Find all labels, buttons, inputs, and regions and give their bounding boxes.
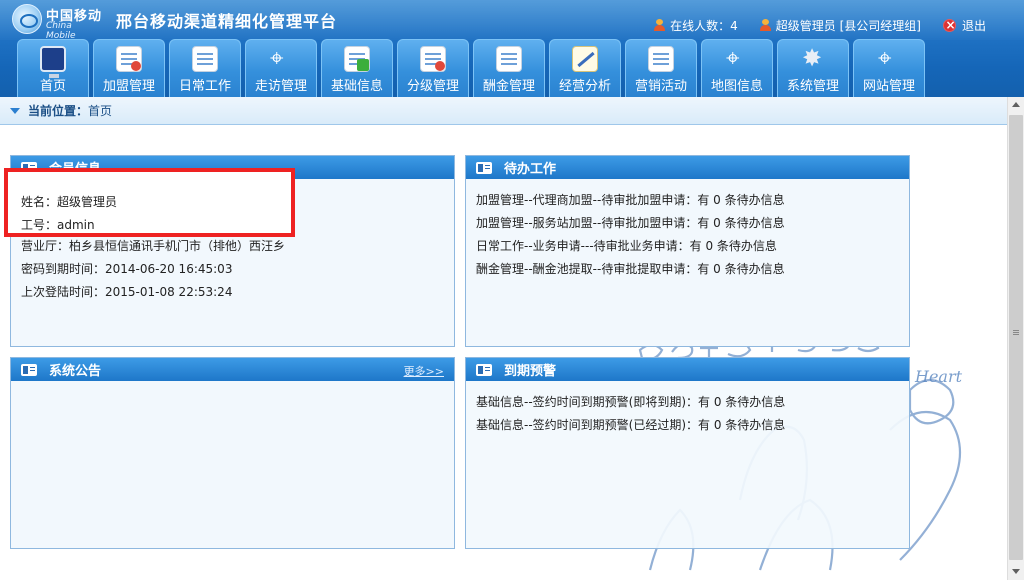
app-title: 邢台移动渠道精细化管理平台 bbox=[116, 12, 338, 31]
current-user: 超级管理员 [县公司经理组] bbox=[759, 17, 921, 34]
member-password-expiry: 密码到期时间：2014-06-20 16:45:03 bbox=[21, 262, 233, 276]
analysis-icon bbox=[572, 46, 598, 72]
todo-item[interactable]: 加盟管理--服务站加盟--待审批加盟申请：有 0 条待办信息 bbox=[476, 212, 899, 235]
online-count: 在线人数：4 bbox=[654, 17, 738, 34]
logo-mark-icon bbox=[12, 4, 42, 34]
notice-panel: 系统公告 更多>> bbox=[10, 357, 455, 549]
tab-grade[interactable]: 分级管理 bbox=[397, 39, 469, 97]
tab-label: 首页 bbox=[39, 79, 66, 94]
scroll-up-button[interactable] bbox=[1008, 97, 1024, 113]
tab-label: 分级管理 bbox=[406, 79, 459, 94]
tab-reward[interactable]: 酬金管理 bbox=[473, 39, 545, 97]
notice-body bbox=[11, 381, 454, 401]
tab-website[interactable]: 网站管理 bbox=[853, 39, 925, 97]
background-art-text: Heart bbox=[914, 367, 963, 386]
tab-alliance[interactable]: 加盟管理 bbox=[93, 39, 165, 97]
tab-label: 酬金管理 bbox=[482, 79, 535, 94]
logout-button[interactable]: 退出 bbox=[942, 17, 986, 34]
notice-title: 系统公告 bbox=[49, 364, 102, 379]
header: 中国移动 China Mobile 邢台移动渠道精细化管理平台 在线人数：4 超… bbox=[0, 0, 1024, 97]
satellite-icon bbox=[268, 44, 294, 72]
marketing-icon bbox=[648, 46, 674, 72]
tab-label: 走访管理 bbox=[254, 79, 307, 94]
tab-label: 基础信息 bbox=[330, 79, 383, 94]
todo-body: 加盟管理--代理商加盟--待审批加盟申请：有 0 条待办信息 加盟管理--服务站… bbox=[466, 179, 909, 291]
tab-daily-work[interactable]: 日常工作 bbox=[169, 39, 241, 97]
expire-warning-header: 到期预警 bbox=[466, 358, 909, 381]
tab-label: 系统管理 bbox=[786, 79, 839, 94]
logout-icon bbox=[942, 18, 957, 32]
tab-system[interactable]: 系统管理 bbox=[777, 39, 849, 97]
highlight-employee-id: 工号：admin bbox=[21, 218, 95, 232]
current-user-label: 超级管理员 [县公司经理组] bbox=[775, 18, 921, 33]
tab-label: 日常工作 bbox=[178, 79, 231, 94]
expire-warning-title: 到期预警 bbox=[504, 364, 557, 379]
main-nav: 首页 加盟管理 日常工作 走访管理 基础信息 分级管理 酬金管理 经营分析 bbox=[17, 39, 929, 97]
document-icon bbox=[192, 46, 218, 72]
tab-analysis[interactable]: 经营分析 bbox=[549, 39, 621, 97]
expire-item[interactable]: 基础信息--签约时间到期预警(已经过期)：有 0 条待办信息 bbox=[476, 414, 899, 437]
grade-icon bbox=[420, 46, 446, 72]
tab-label: 网站管理 bbox=[862, 79, 915, 94]
tab-home[interactable]: 首页 bbox=[17, 39, 89, 97]
logout-label: 退出 bbox=[961, 18, 986, 33]
tab-map[interactable]: 地图信息 bbox=[701, 39, 773, 97]
tab-label: 地图信息 bbox=[710, 79, 763, 94]
china-mobile-logo: 中国移动 China Mobile bbox=[12, 4, 104, 41]
monitor-icon bbox=[40, 46, 66, 78]
user-icon bbox=[759, 19, 771, 31]
person-icon bbox=[654, 19, 666, 31]
website-icon bbox=[876, 44, 902, 72]
notice-header: 系统公告 更多>> bbox=[11, 358, 454, 381]
todo-item[interactable]: 日常工作--业务申请---待审批业务申请：有 0 条待办信息 bbox=[476, 235, 899, 258]
alliance-icon bbox=[116, 46, 142, 72]
breadcrumb: 当前位置： 首页 bbox=[0, 97, 1007, 125]
logo-text-en: China Mobile bbox=[46, 21, 76, 41]
tab-label: 营销活动 bbox=[634, 79, 687, 94]
user-bar: 在线人数：4 超级管理员 [县公司经理组] 退出 bbox=[632, 16, 986, 34]
tab-visit[interactable]: 走访管理 bbox=[245, 39, 317, 97]
scroll-down-button[interactable] bbox=[1008, 564, 1024, 580]
id-card-icon bbox=[21, 363, 37, 376]
tab-marketing[interactable]: 营销活动 bbox=[625, 39, 697, 97]
info-icon bbox=[344, 46, 370, 72]
chevron-down-icon bbox=[10, 107, 20, 114]
expire-warning-panel: 到期预警 基础信息--签约时间到期预警(即将到期)：有 0 条待办信息 基础信息… bbox=[465, 357, 910, 549]
id-card-icon bbox=[476, 161, 492, 174]
todo-title: 待办工作 bbox=[504, 162, 557, 177]
id-card-icon bbox=[476, 363, 492, 376]
todo-header: 待办工作 bbox=[466, 156, 909, 179]
tab-label: 经营分析 bbox=[558, 79, 611, 94]
scroll-thumb[interactable] bbox=[1009, 115, 1023, 560]
highlight-name: 姓名：超级管理员 bbox=[21, 195, 118, 209]
tab-basic-info[interactable]: 基础信息 bbox=[321, 39, 393, 97]
tab-label: 加盟管理 bbox=[102, 79, 155, 94]
expire-warning-body: 基础信息--签约时间到期预警(即将到期)：有 0 条待办信息 基础信息--签约时… bbox=[466, 381, 909, 447]
todo-item[interactable]: 酬金管理--酬金池提取--待审批提取申请：有 0 条待办信息 bbox=[476, 258, 899, 281]
member-last-login: 上次登陆时间：2015-01-08 22:53:24 bbox=[21, 285, 233, 299]
todo-item[interactable]: 加盟管理--代理商加盟--待审批加盟申请：有 0 条待办信息 bbox=[476, 189, 899, 212]
breadcrumb-current[interactable]: 首页 bbox=[88, 102, 112, 119]
reward-icon bbox=[496, 46, 522, 72]
map-icon bbox=[724, 44, 750, 72]
notice-more-link[interactable]: 更多>> bbox=[404, 363, 444, 379]
todo-panel: 待办工作 加盟管理--代理商加盟--待审批加盟申请：有 0 条待办信息 加盟管理… bbox=[465, 155, 910, 347]
expire-item[interactable]: 基础信息--签约时间到期预警(即将到期)：有 0 条待办信息 bbox=[476, 391, 899, 414]
settings-icon bbox=[800, 44, 826, 72]
breadcrumb-label: 当前位置： bbox=[28, 104, 89, 118]
highlight-annotation: 姓名：超级管理员 工号：admin bbox=[4, 168, 295, 237]
online-count-label: 在线人数：4 bbox=[670, 18, 738, 33]
member-hall: 营业厅：柏乡县恒信通讯手机门市（排他）西汪乡 bbox=[21, 239, 286, 253]
vertical-scrollbar[interactable] bbox=[1007, 97, 1024, 580]
